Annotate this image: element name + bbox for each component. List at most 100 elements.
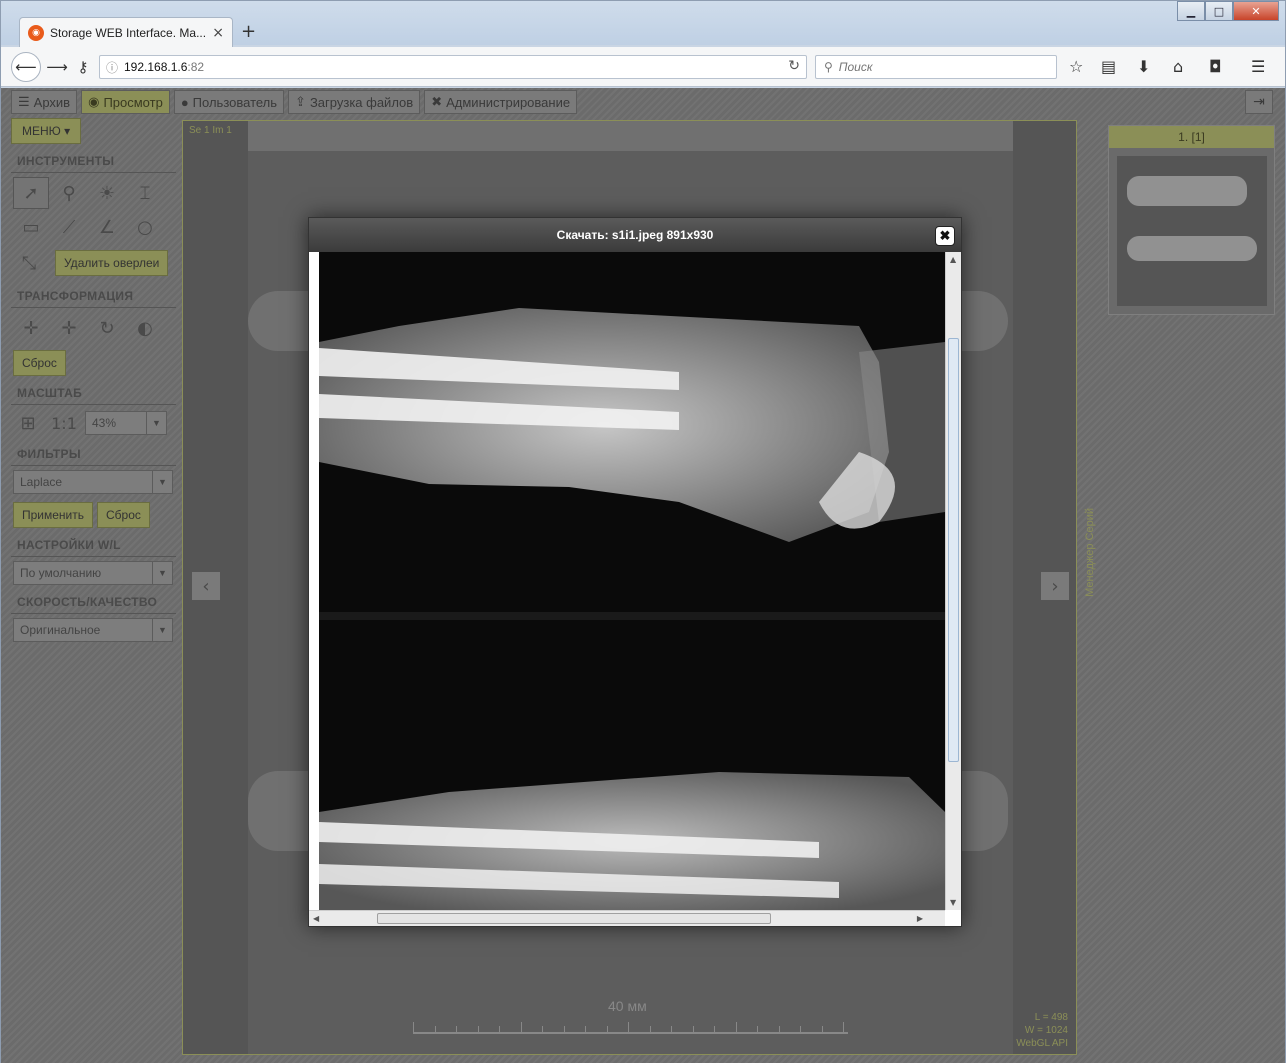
menu-upload[interactable]: ⇪ Загрузка файлов: [288, 90, 421, 114]
modal-title: Скачать: s1i1.jpeg 891x930: [556, 228, 714, 242]
ruler-tick: [800, 1026, 801, 1032]
back-button[interactable]: ⟵: [11, 52, 41, 82]
ruler-tick: [821, 1026, 823, 1032]
xray-image: [319, 252, 945, 910]
ruler-tick: [714, 1026, 715, 1032]
pocket-icon[interactable]: ◘: [1209, 57, 1222, 76]
invert-icon[interactable]: ◐: [127, 312, 163, 344]
rotate-icon[interactable]: ↻: [89, 312, 125, 344]
thumbnail-image: [1117, 156, 1267, 306]
wl-width: W = 1024: [1024, 1025, 1068, 1036]
reload-icon[interactable]: ↻: [788, 58, 800, 74]
scroll-up-icon[interactable]: ▲: [950, 255, 956, 264]
wl-level: L = 498: [1034, 1012, 1068, 1023]
modal-header: Скачать: s1i1.jpeg 891x930 ✖: [309, 218, 961, 252]
vertical-scroll-thumb[interactable]: [948, 338, 959, 762]
tab-close-icon[interactable]: ×: [212, 25, 224, 41]
rectangle-tool-icon[interactable]: ▭: [13, 211, 49, 243]
scale-one-to-one-button[interactable]: 1:1: [49, 409, 79, 437]
arrow-left-icon: ⟵: [15, 58, 37, 76]
flip-horizontal-icon[interactable]: ✛: [13, 312, 49, 344]
site-identity-button[interactable]: ⚷: [73, 55, 93, 79]
scroll-left-icon[interactable]: ◀: [313, 914, 319, 923]
wl-select[interactable]: По умолчанию ▼: [13, 561, 173, 585]
transform-reset-button[interactable]: Сброс: [13, 350, 66, 376]
ruler-tick: [649, 1026, 651, 1032]
scale-select[interactable]: 43% ▼: [85, 411, 167, 435]
url-bar[interactable]: ⓘ 192.168.1.6 :82 ↻: [99, 55, 807, 79]
download-modal: Скачать: s1i1.jpeg 891x930 ✖ ▲ ▼ ◀ ▶: [308, 217, 962, 927]
fit-to-window-icon[interactable]: ⊞: [13, 409, 43, 437]
horizontal-scroll-thumb[interactable]: [377, 913, 771, 924]
ruler-tick: [606, 1026, 608, 1032]
series-image-label: Se 1 Im 1: [189, 125, 232, 136]
menu-dropdown-button[interactable]: МЕНЮ ▾: [11, 118, 82, 144]
home-icon[interactable]: ⌂: [1173, 57, 1183, 76]
search-icon: ⚲: [824, 60, 833, 74]
apply-filter-button[interactable]: Применить: [13, 502, 94, 528]
ruler-tick: [735, 1022, 737, 1032]
scroll-right-icon[interactable]: ▶: [917, 914, 923, 923]
menu-user-label: Пользователь: [192, 94, 278, 110]
circle-tool-icon[interactable]: ○: [127, 211, 163, 243]
menu-view[interactable]: ◉ Просмотр: [81, 90, 170, 114]
ruler-tick: [692, 1026, 694, 1032]
prev-image-button[interactable]: ‹: [191, 571, 221, 601]
ruler-tick: [434, 1026, 436, 1032]
browser-tab[interactable]: ◉ Storage WEB Interface. Ma... ×: [19, 17, 233, 47]
series-manager-toggle[interactable]: Менеджер Серий: [1084, 508, 1096, 597]
remove-overlay-button[interactable]: Удалить оверлеи: [55, 250, 169, 276]
pointer-tool-icon[interactable]: ➚: [13, 177, 49, 209]
window-controls: ▁ □ ✕: [1177, 1, 1279, 21]
menu-admin[interactable]: ✖ Администрирование: [424, 90, 578, 114]
cursor-reset-tool-icon[interactable]: ⤡: [13, 247, 45, 279]
new-tab-button[interactable]: +: [241, 21, 256, 42]
minimize-button[interactable]: ▁: [1177, 1, 1205, 21]
ghost-image-band: [248, 121, 1013, 151]
ruler-tick: [542, 1026, 543, 1032]
tab-bar: ◉ Storage WEB Interface. Ma... × + ▁ □ ✕: [1, 1, 1285, 47]
vertical-scrollbar[interactable]: ▲ ▼: [945, 252, 961, 910]
reading-list-icon[interactable]: ▤: [1101, 57, 1116, 76]
speed-select[interactable]: Оригинальное ▼: [13, 618, 173, 642]
scale-value: 43%: [92, 416, 117, 430]
brightness-tool-icon[interactable]: ☀: [89, 177, 125, 209]
angle-tool-icon[interactable]: ∠: [89, 211, 125, 243]
favicon-icon: ◉: [28, 24, 44, 41]
next-image-button[interactable]: ›: [1040, 571, 1070, 601]
bookmark-star-icon[interactable]: ☆: [1069, 57, 1083, 76]
zoom-tool-icon[interactable]: ⚲: [51, 177, 87, 209]
filter-select[interactable]: Laplace ▼: [13, 470, 173, 494]
menu-archive[interactable]: ☰ Архив: [11, 90, 78, 114]
hamburger-menu-icon[interactable]: ☰: [1251, 57, 1265, 76]
ruler-tool-icon[interactable]: ⟋: [51, 211, 87, 243]
url-host: 192.168.1.6: [124, 60, 188, 74]
modal-body: ▲ ▼ ◀ ▶: [309, 252, 961, 926]
download-icon[interactable]: ⬇: [1137, 57, 1150, 76]
tool-sidebar: МЕНЮ ▾ ИНСТРУМЕНТЫ ➚ ⚲ ☀ ⌶ ▭ ⟋ ∠ ○ ⤡ Уда…: [11, 118, 176, 642]
menu-view-label: Просмотр: [103, 94, 163, 110]
scale-section-title: МАСШТАБ: [17, 386, 83, 400]
user-icon: ●: [180, 94, 189, 110]
forward-button[interactable]: ⟶: [46, 55, 68, 79]
upload-icon: ⇪: [295, 94, 306, 109]
maximize-button[interactable]: □: [1205, 1, 1233, 21]
divider: [11, 307, 176, 308]
menu-user[interactable]: ● Пользователь: [173, 90, 285, 114]
url-port: :82: [187, 60, 205, 74]
flip-vertical-icon[interactable]: ✛: [51, 312, 87, 344]
chevron-down-icon: ▼: [152, 562, 172, 584]
menu-archive-label: Архив: [33, 94, 71, 110]
close-window-button[interactable]: ✕: [1233, 1, 1279, 21]
xray-drawing: [319, 252, 945, 910]
filter-reset-button[interactable]: Сброс: [97, 502, 150, 528]
search-input[interactable]: [838, 60, 1039, 74]
modal-close-button[interactable]: ✖: [935, 226, 955, 246]
search-bar[interactable]: ⚲: [815, 55, 1057, 79]
scroll-down-icon[interactable]: ▼: [950, 898, 956, 907]
series-thumbnail[interactable]: 1. [1]: [1108, 125, 1275, 315]
horizontal-scrollbar[interactable]: ◀ ▶: [309, 910, 945, 926]
text-cursor-tool-icon[interactable]: ⌶: [127, 177, 163, 209]
logout-button[interactable]: ⇥: [1245, 90, 1273, 114]
renderer-label: WebGL API: [1016, 1038, 1068, 1049]
